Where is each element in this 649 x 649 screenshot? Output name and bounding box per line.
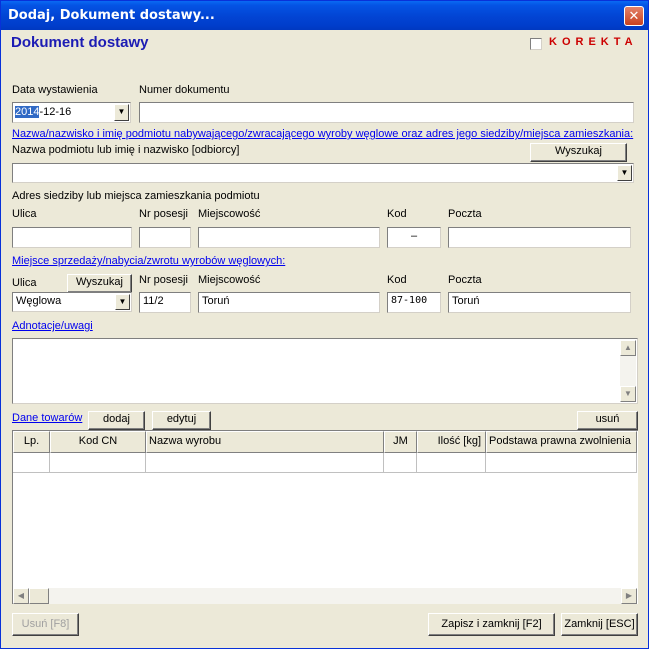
buyer-street-label: Ulica (12, 208, 37, 220)
edit-goods-button[interactable]: edytuj (152, 411, 211, 430)
date-rest: -12-16 (39, 106, 72, 118)
place-zip-input[interactable]: 87-100 (387, 292, 441, 313)
close-window-button[interactable]: ✕ (624, 6, 644, 26)
buyer-section-link[interactable]: Nazwa/nazwisko i imię podmiotu nabywając… (12, 128, 633, 140)
column-header-ilosc[interactable]: Ilość [kg] (417, 431, 486, 453)
remove-goods-button[interactable]: usuń (577, 411, 638, 430)
column-header-lp[interactable]: Lp. (13, 431, 50, 453)
document-number-input[interactable] (139, 102, 634, 123)
table-cell[interactable] (486, 453, 637, 473)
column-header-jm[interactable]: JM (384, 431, 417, 453)
table-cell[interactable] (146, 453, 384, 473)
column-header-podstawa-prawna[interactable]: Podstawa prawna zwolnienia (486, 431, 637, 453)
place-search-button[interactable]: Wyszukaj (67, 274, 132, 293)
close-button[interactable]: Zamknij [ESC] (561, 613, 638, 636)
buyer-post-input[interactable] (448, 227, 631, 248)
buyer-city-label: Miejscowość (198, 208, 261, 220)
arrow-right-icon[interactable]: ▶ (621, 588, 637, 604)
date-year-selected: 2014 (15, 106, 40, 118)
buyer-name-select[interactable]: ▼ (12, 163, 634, 183)
add-goods-button[interactable]: dodaj (88, 411, 145, 430)
goods-link[interactable]: Dane towarów (12, 412, 82, 424)
arrow-down-icon[interactable]: ▼ (620, 386, 636, 402)
delete-button[interactable]: Usuń [F8] (12, 613, 79, 636)
chevron-down-icon[interactable]: ▼ (617, 165, 632, 181)
place-section-link[interactable]: Miejsce sprzedaży/nabycia/zwrotu wyrobów… (12, 255, 285, 267)
chevron-down-icon[interactable]: ▼ (115, 294, 130, 310)
number-label: Numer dokumentu (139, 84, 230, 96)
buyer-house-label: Nr posesji (139, 208, 188, 220)
chevron-down-icon[interactable]: ▼ (114, 104, 129, 121)
page-title: Dokument dostawy (11, 34, 149, 51)
buyer-house-input[interactable] (139, 227, 191, 248)
korekta-label: KOREKTA (549, 36, 638, 48)
buyer-street-input[interactable] (12, 227, 132, 248)
goods-horizontal-scrollbar[interactable]: ◀ ▶ (13, 588, 637, 604)
place-post-label: Poczta (448, 274, 482, 286)
title-bar[interactable]: Dodaj, Dokument dostawy... ✕ (1, 1, 648, 30)
buyer-search-button[interactable]: Wyszukaj (530, 143, 627, 162)
buyer-post-label: Poczta (448, 208, 482, 220)
scrollbar-thumb[interactable] (29, 588, 49, 604)
place-house-input[interactable]: 11/2 (139, 292, 191, 313)
goods-table[interactable]: Lp. Kod CN Nazwa wyrobu JM Ilość [kg] Po… (12, 430, 638, 604)
close-icon: ✕ (628, 8, 640, 23)
arrow-up-icon[interactable]: ▲ (620, 340, 636, 356)
date-label: Data wystawienia (12, 84, 98, 96)
buyer-address-label: Adres siedziby lub miejsca zamieszkania … (12, 190, 260, 202)
window-title: Dodaj, Dokument dostawy... (8, 8, 215, 23)
place-street-value: Węglowa (16, 295, 62, 307)
place-city-label: Miejscowość (198, 274, 261, 286)
notes-textarea[interactable]: ▲ ▼ (12, 338, 638, 404)
save-and-close-button[interactable]: Zapisz i zamknij [F2] (428, 613, 555, 636)
notes-link[interactable]: Adnotacje/uwagi (12, 320, 93, 332)
place-city-input[interactable]: Toruń (198, 292, 380, 313)
buyer-zip-label: Kod (387, 208, 407, 220)
column-header-nazwa-wyrobu[interactable]: Nazwa wyrobu (146, 431, 384, 453)
place-post-input[interactable]: Toruń (448, 292, 631, 313)
table-cell[interactable] (50, 453, 146, 473)
issue-date-picker[interactable]: 2014-12-16 ▼ (12, 102, 131, 123)
notes-vertical-scrollbar[interactable]: ▲ ▼ (620, 340, 636, 402)
table-cell[interactable] (384, 453, 417, 473)
table-cell[interactable] (13, 453, 50, 473)
place-zip-label: Kod (387, 274, 407, 286)
place-street-label: Ulica (12, 277, 37, 289)
buyer-name-label: Nazwa podmiotu lub imię i nazwisko [odbi… (12, 144, 240, 156)
place-street-select[interactable]: Węglowa ▼ (12, 292, 132, 312)
column-header-kod-cn[interactable]: Kod CN (50, 431, 146, 453)
buyer-zip-input[interactable]: – (387, 227, 441, 248)
dialog-window: Dodaj, Dokument dostawy... ✕ Dokument do… (0, 0, 649, 649)
place-house-label: Nr posesji (139, 274, 188, 286)
arrow-left-icon[interactable]: ◀ (13, 588, 29, 604)
buyer-city-input[interactable] (198, 227, 380, 248)
table-cell[interactable] (417, 453, 486, 473)
korekta-checkbox[interactable] (530, 38, 542, 50)
